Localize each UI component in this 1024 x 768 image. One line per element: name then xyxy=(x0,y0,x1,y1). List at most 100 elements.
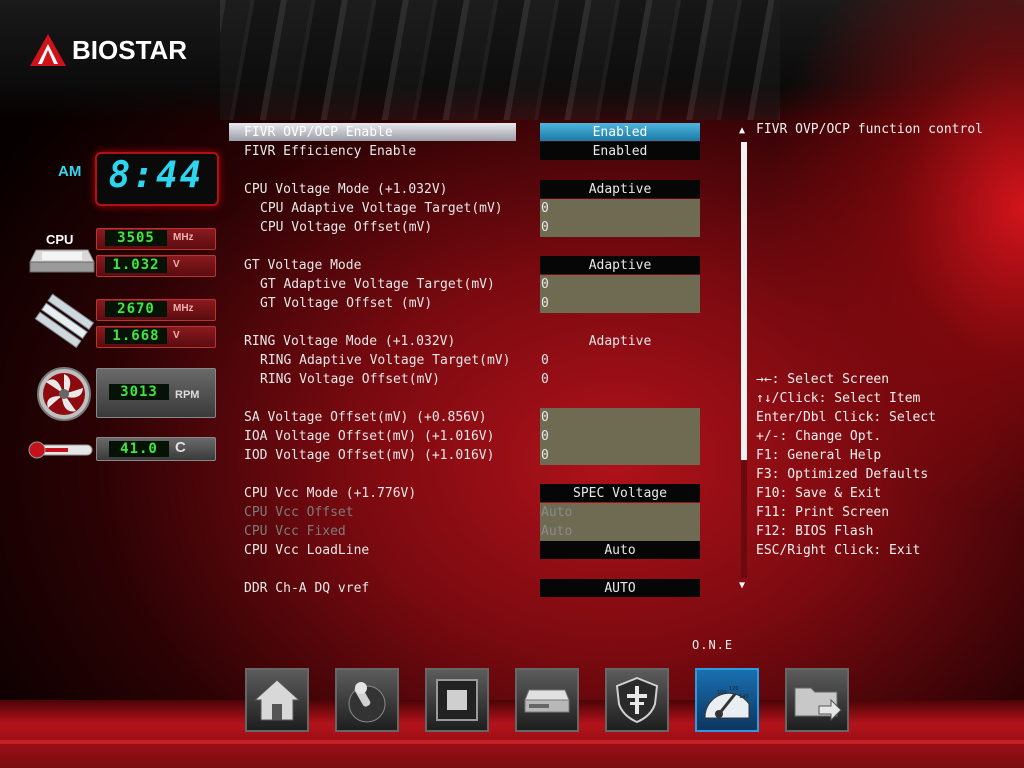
setting-ring-voltage-offset[interactable]: RING Voltage Offset(mV) 0 xyxy=(229,370,700,389)
setting-cpu-vcc-offset: CPU Vcc Offset Auto xyxy=(229,503,700,522)
brand-name: BIOSTAR xyxy=(72,34,188,65)
setting-value-dropdown[interactable]: Adaptive xyxy=(540,180,700,198)
key-hint: →←: Select Screen xyxy=(756,372,890,387)
key-legend: →←: Select Screen ↑↓/Click: Select Item … xyxy=(756,370,936,560)
nav-main-button[interactable] xyxy=(245,668,309,732)
active-tab-label: O.N.E xyxy=(692,638,734,652)
setting-value-input: Auto xyxy=(540,522,700,541)
key-hint: F12: BIOS Flash xyxy=(756,524,874,539)
setting-label: RING Adaptive Voltage Target(mV) xyxy=(260,353,511,368)
cpu-frequency-lcd: 3505 MHz xyxy=(96,228,216,250)
setting-value-input[interactable]: 0 xyxy=(540,275,700,294)
key-hint: +/-: Change Opt. xyxy=(756,429,882,444)
fan-speed-unit: RPM xyxy=(175,389,200,401)
setting-cpu-vcc-fixed: CPU Vcc Fixed Auto xyxy=(229,522,700,541)
biostar-logo-icon xyxy=(30,34,66,66)
cpu-voltage-lcd: 1.032 V xyxy=(96,255,216,277)
setting-label: DDR Ch-A DQ vref xyxy=(244,581,370,596)
scroll-up-arrow-icon[interactable]: ▲ xyxy=(739,125,745,136)
nav-one-button[interactable]: 100 120 140 xyxy=(695,668,759,732)
joystick-icon xyxy=(348,682,386,723)
drive-icon xyxy=(524,689,570,713)
setting-label: CPU Adaptive Voltage Target(mV) xyxy=(260,201,503,216)
memory-voltage-unit: V xyxy=(173,330,180,341)
setting-label: CPU Vcc Mode (+1.776V) xyxy=(244,486,417,501)
setting-ioa-voltage-offset[interactable]: IOA Voltage Offset(mV) (+1.016V) 0 xyxy=(229,427,700,446)
setting-label: FIVR OVP/OCP Enable xyxy=(244,125,393,140)
temperature-value: 41.0 xyxy=(109,441,169,457)
setting-value-dropdown[interactable]: Adaptive xyxy=(540,256,700,274)
setting-cpu-voltage-mode[interactable]: CPU Voltage Mode (+1.032V) Adaptive xyxy=(229,180,700,199)
clock-ampm: AM xyxy=(58,163,82,180)
setting-value-dropdown[interactable]: Adaptive xyxy=(540,332,700,350)
setting-value-input[interactable]: 0 xyxy=(540,370,700,389)
nav-boot-button[interactable] xyxy=(515,668,579,732)
cpu-frequency-value: 3505 xyxy=(105,230,167,246)
setting-label: CPU Voltage Mode (+1.032V) xyxy=(244,182,448,197)
setting-label: RING Voltage Mode (+1.032V) xyxy=(244,334,456,349)
memory-frequency-unit: MHz xyxy=(173,303,194,314)
svg-text:120: 120 xyxy=(729,686,739,692)
setting-label: CPU Vcc Fixed xyxy=(244,524,346,539)
fan-icon xyxy=(37,367,91,421)
cpu-voltage-unit: V xyxy=(173,259,180,270)
setting-value-dropdown[interactable]: Auto xyxy=(540,541,700,559)
setting-value-dropdown[interactable]: AUTO xyxy=(540,579,700,597)
nav-advanced-button[interactable] xyxy=(335,668,399,732)
setting-label: IOA Voltage Offset(mV) (+1.016V) xyxy=(244,429,495,444)
clock-time: 8:44 xyxy=(108,155,204,196)
setting-cpu-vcc-mode[interactable]: CPU Vcc Mode (+1.776V) SPEC Voltage xyxy=(229,484,700,503)
scrollbar-thumb[interactable] xyxy=(741,142,747,460)
setting-value-input[interactable]: 0 xyxy=(540,427,700,446)
setting-value-dropdown[interactable]: SPEC Voltage xyxy=(540,484,700,502)
memory-module-icon xyxy=(34,293,95,348)
setting-gt-voltage-mode[interactable]: GT Voltage Mode Adaptive xyxy=(229,256,700,275)
setting-value-input[interactable]: 0 xyxy=(540,408,700,427)
setting-fivr-ovp-ocp-enable[interactable]: FIVR OVP/OCP Enable Enabled xyxy=(229,123,700,142)
key-hint: ESC/Right Click: Exit xyxy=(756,543,921,558)
setting-fivr-efficiency-enable[interactable]: FIVR Efficiency Enable Enabled xyxy=(229,142,700,161)
setting-cpu-vcc-loadline[interactable]: CPU Vcc LoadLine Auto xyxy=(229,541,700,560)
key-hint: F10: Save & Exit xyxy=(756,486,882,501)
setting-ring-voltage-mode[interactable]: RING Voltage Mode (+1.032V) Adaptive xyxy=(229,332,700,351)
floor-line xyxy=(0,740,1024,744)
nav-save-exit-button[interactable] xyxy=(785,668,849,732)
fan-speed-lcd: 3013 RPM xyxy=(96,368,216,418)
setting-gt-voltage-offset[interactable]: GT Voltage Offset (mV) 0 xyxy=(229,294,700,313)
setting-value-input[interactable]: 0 xyxy=(540,351,700,370)
help-description: FIVR OVP/OCP function control xyxy=(756,122,983,137)
thermometer-icon xyxy=(28,441,93,459)
setting-sa-voltage-offset[interactable]: SA Voltage Offset(mV) (+0.856V) 0 xyxy=(229,408,700,427)
setting-gt-adaptive-voltage-target[interactable]: GT Adaptive Voltage Target(mV) 0 xyxy=(229,275,700,294)
setting-value-input[interactable]: 0 xyxy=(540,446,700,465)
nav-security-button[interactable] xyxy=(605,668,669,732)
setting-value-dropdown[interactable]: Enabled xyxy=(540,123,700,141)
nav-chipset-button[interactable] xyxy=(425,668,489,732)
temperature-lcd: 41.0 C xyxy=(96,437,216,461)
memory-voltage-lcd: 1.668 V xyxy=(96,326,216,348)
setting-iod-voltage-offset[interactable]: IOD Voltage Offset(mV) (+1.016V) 0 xyxy=(229,446,700,465)
setting-value-input: Auto xyxy=(540,503,700,522)
setting-cpu-voltage-offset[interactable]: CPU Voltage Offset(mV) 0 xyxy=(229,218,700,237)
setting-label: GT Voltage Mode xyxy=(244,258,362,273)
setting-cpu-adaptive-voltage-target[interactable]: CPU Adaptive Voltage Target(mV) 0 xyxy=(229,199,700,218)
brand-logo: BIOSTAR xyxy=(28,30,187,70)
setting-value-dropdown[interactable]: Enabled xyxy=(540,142,700,160)
setting-label: IOD Voltage Offset(mV) (+1.016V) xyxy=(244,448,495,463)
setting-ring-adaptive-voltage-target[interactable]: RING Adaptive Voltage Target(mV) 0 xyxy=(229,351,700,370)
setting-label: CPU Vcc LoadLine xyxy=(244,543,370,558)
key-hint: F3: Optimized Defaults xyxy=(756,467,929,482)
setting-label: GT Adaptive Voltage Target(mV) xyxy=(260,277,495,292)
setting-value-input[interactable]: 0 xyxy=(540,294,700,313)
memory-frequency-value: 2670 xyxy=(105,301,167,317)
setting-ddr-cha-dq-vref[interactable]: DDR Ch-A DQ vref AUTO xyxy=(229,579,700,598)
setting-value-input[interactable]: 0 xyxy=(540,218,700,237)
folder-exit-icon xyxy=(794,687,842,722)
shield-icon xyxy=(615,676,659,724)
setting-value-input[interactable]: 0 xyxy=(540,199,700,218)
floor-band xyxy=(0,700,1024,768)
chip-icon xyxy=(436,679,478,721)
key-hint: Enter/Dbl Click: Select xyxy=(756,410,937,425)
scroll-down-arrow-icon[interactable]: ▼ xyxy=(739,580,745,591)
key-hint: F11: Print Screen xyxy=(756,505,890,520)
